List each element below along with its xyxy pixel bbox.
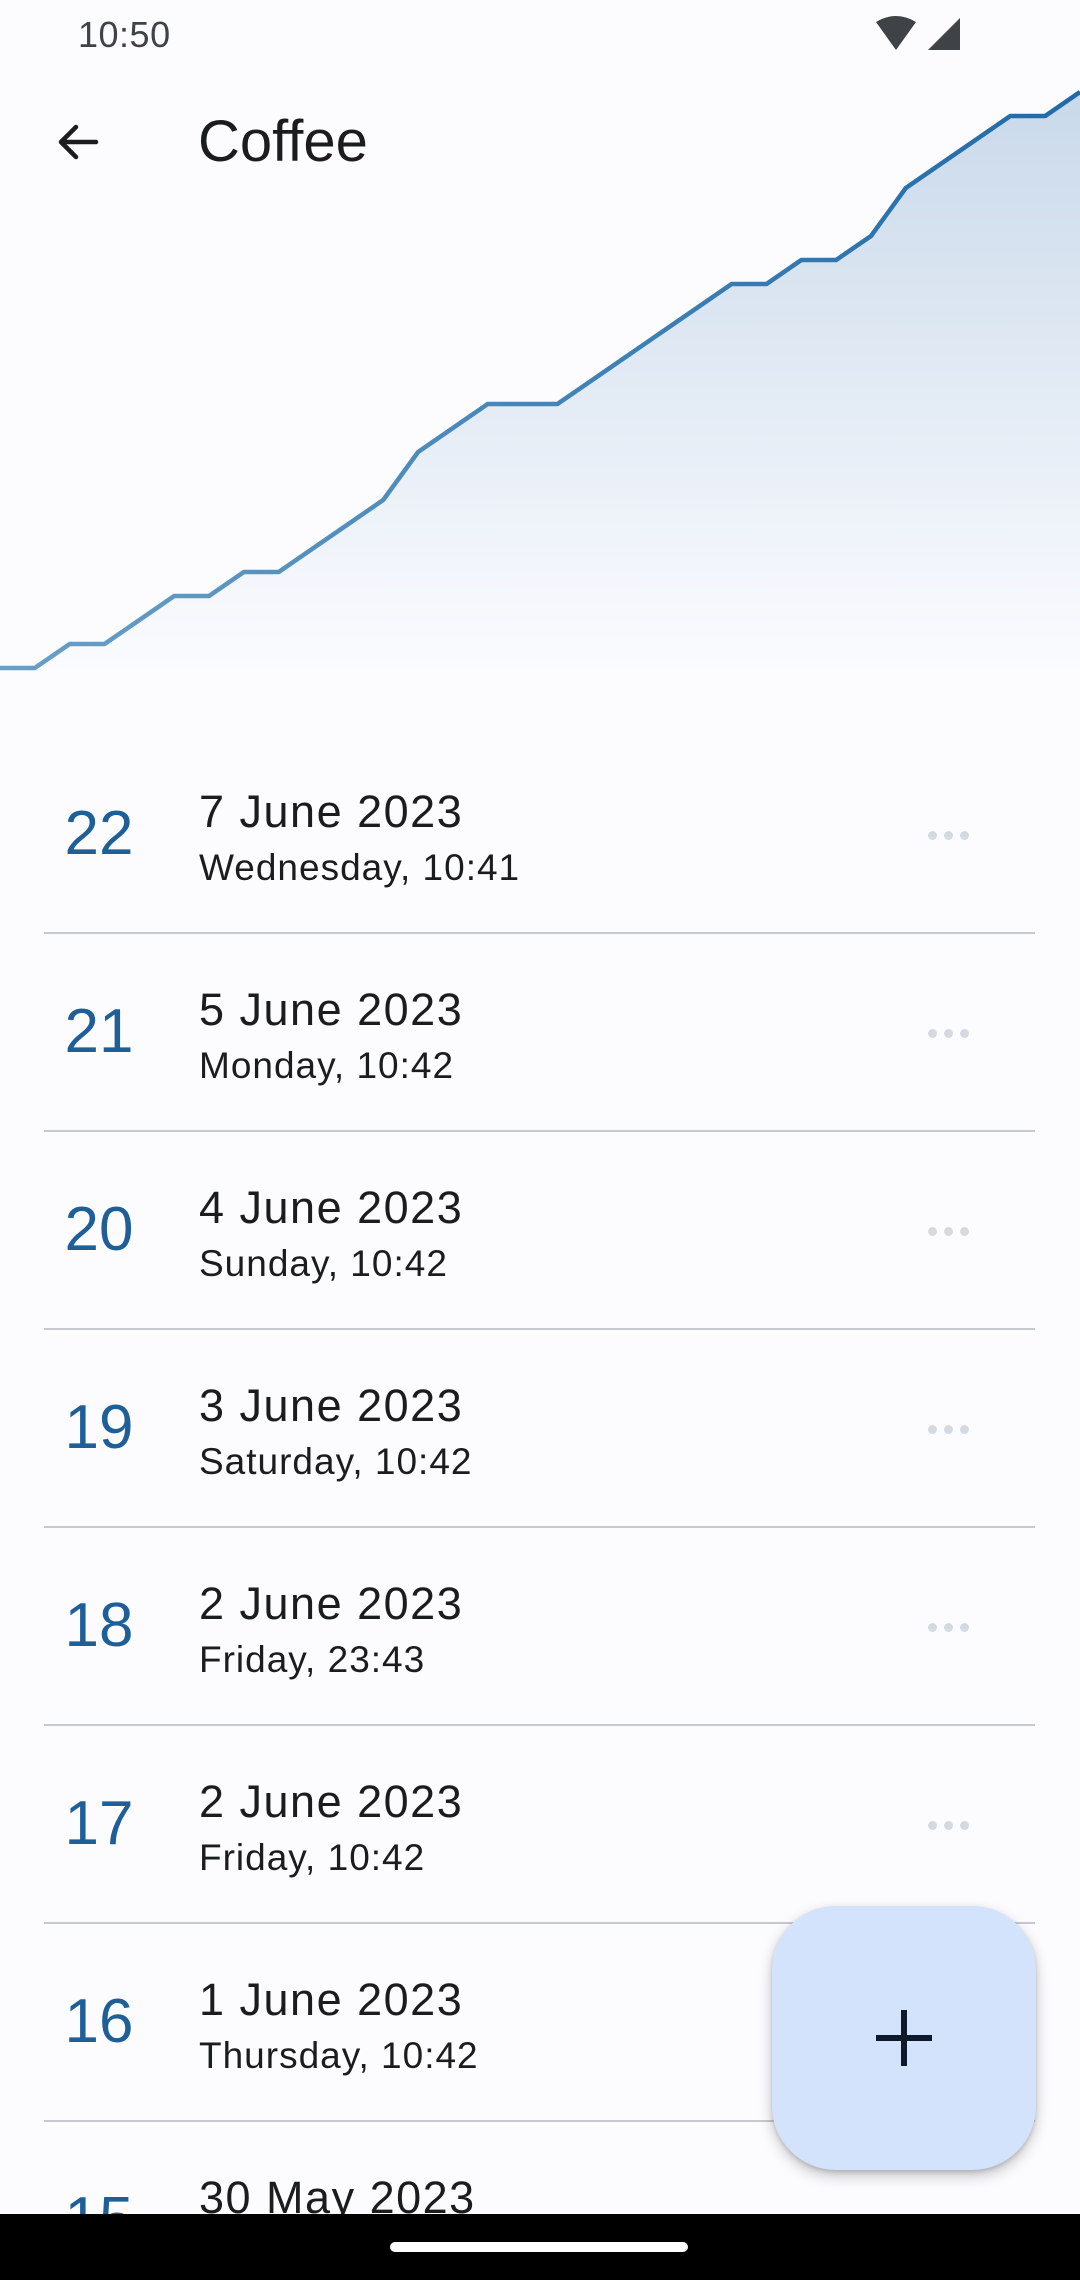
more-dot: [959, 1028, 969, 1038]
more-button[interactable]: [900, 1790, 996, 1860]
entry-date: 1 June 2023: [199, 1974, 464, 2025]
entry-date: 2 June 2023: [199, 1776, 464, 1827]
more-dot: [943, 830, 953, 840]
navigation-bar: [0, 2214, 1080, 2280]
more-dot: [959, 1424, 969, 1434]
entry-count: 19: [64, 1393, 134, 1462]
more-horizontal-icon: [927, 1622, 937, 1632]
entry-date: 3 June 2023: [199, 1380, 464, 1431]
list-item[interactable]: 19 3 June 2023 Saturday, 10:42: [0, 1330, 1080, 1528]
more-horizontal-icon: [927, 1226, 937, 1236]
more-dot: [943, 1028, 953, 1038]
entry-time: Friday, 23:43: [199, 1639, 426, 1680]
page-title: Coffee: [198, 109, 368, 174]
more-dot: [959, 1622, 969, 1632]
entry-date: 2 June 2023: [199, 1578, 464, 1629]
entry-count: 16: [64, 1987, 134, 2056]
more-horizontal-icon: [927, 1028, 937, 1038]
app-bar: Coffee: [0, 72, 1080, 212]
entry-count: 17: [64, 1789, 134, 1858]
more-dot: [943, 1622, 953, 1632]
home-indicator[interactable]: [390, 2242, 688, 2252]
more-dot: [943, 1424, 953, 1434]
entry-count: 22: [64, 799, 134, 868]
more-dot: [959, 1820, 969, 1830]
more-button[interactable]: [900, 1394, 996, 1464]
more-horizontal-icon: [927, 1424, 937, 1434]
entry-time: Sunday, 10:42: [199, 1243, 448, 1284]
list-item[interactable]: 17 2 June 2023 Friday, 10:42: [0, 1726, 1080, 1924]
entry-time: Monday, 10:42: [199, 1045, 455, 1086]
more-button[interactable]: [900, 800, 996, 870]
back-button[interactable]: [38, 102, 118, 182]
more-dot: [943, 1820, 953, 1830]
more-dot: [943, 1226, 953, 1236]
add-entry-button[interactable]: [772, 1906, 1036, 2170]
list-item[interactable]: 18 2 June 2023 Friday, 23:43: [0, 1528, 1080, 1726]
entry-time: Wednesday, 10:41: [199, 847, 521, 888]
status-time: 10:50: [78, 14, 171, 55]
wifi-icon: [876, 16, 916, 50]
entry-time: Friday, 10:42: [199, 1837, 426, 1878]
more-button[interactable]: [900, 1196, 996, 1266]
entry-time: Saturday, 10:42: [199, 1441, 473, 1482]
more-button[interactable]: [900, 998, 996, 1068]
more-horizontal-icon: [927, 1820, 937, 1830]
entry-date: 5 June 2023: [199, 984, 464, 1035]
entry-time: Thursday, 10:42: [199, 2035, 479, 2076]
plus-icon: [876, 2010, 932, 2066]
entry-date: 4 June 2023: [199, 1182, 464, 1233]
entry-count: 20: [64, 1195, 134, 1264]
entry-count: 18: [64, 1591, 134, 1660]
screen: 10:50 Coffee 22 7 June 2023 Wednesday, 1…: [0, 0, 1080, 2280]
entry-count: 21: [64, 997, 134, 1066]
cellular-signal-icon: [928, 18, 960, 50]
status-bar: 10:50: [0, 0, 1080, 72]
more-button[interactable]: [900, 1592, 996, 1662]
more-horizontal-icon: [927, 830, 937, 840]
list-item[interactable]: 21 5 June 2023 Monday, 10:42: [0, 934, 1080, 1132]
status-icons: [876, 16, 960, 50]
more-dot: [959, 1226, 969, 1236]
arrow-back-icon: [58, 124, 99, 160]
more-dot: [959, 830, 969, 840]
entry-date: 7 June 2023: [199, 786, 464, 837]
list-item[interactable]: 20 4 June 2023 Sunday, 10:42: [0, 1132, 1080, 1330]
list-item[interactable]: 22 7 June 2023 Wednesday, 10:41: [0, 736, 1080, 934]
